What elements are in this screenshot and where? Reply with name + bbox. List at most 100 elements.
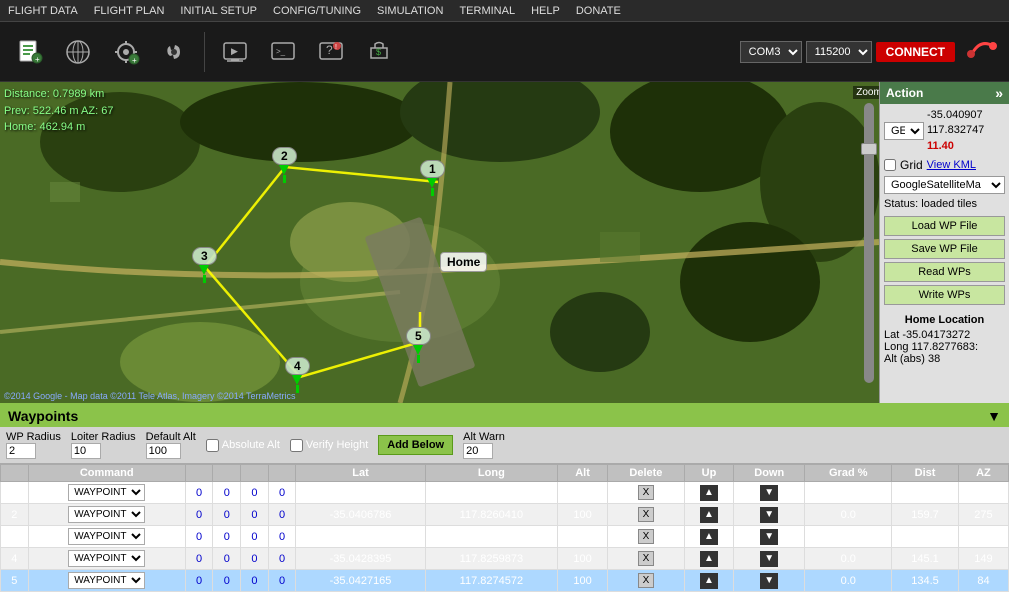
wp-id: 3	[1, 526, 29, 548]
write-wps-button[interactable]: Write WPs	[884, 285, 1005, 305]
move-up-button[interactable]: ▲	[700, 551, 718, 567]
menu-flight-data[interactable]: FLIGHT DATA	[0, 3, 86, 19]
grid-checkbox[interactable]	[884, 159, 896, 171]
verify-height-checkbox[interactable]	[290, 439, 303, 452]
menu-simulation[interactable]: SIMULATION	[369, 3, 451, 19]
wp-radius-input[interactable]	[6, 443, 36, 459]
home-label: Home: 462.94 m	[4, 119, 113, 136]
absolute-alt-checkbox[interactable]	[206, 439, 219, 452]
waypoints-collapse-btn[interactable]: ▼	[987, 408, 1001, 424]
waypoints-header: Waypoints ▼	[0, 405, 1009, 427]
map-info-overlay: Distance: 0.7989 km Prev: 522.46 m AZ: 6…	[4, 86, 113, 136]
config-tuning-btn[interactable]	[152, 30, 196, 74]
simulation-btn[interactable]: ▶	[213, 30, 257, 74]
alt-warn-label: Alt Warn	[463, 431, 505, 443]
move-down-button[interactable]: ▼	[760, 485, 778, 501]
waypoint-marker-2[interactable]: 2	[272, 147, 297, 183]
zoom-slider-thumb[interactable]	[861, 143, 877, 155]
waypoint-marker-5[interactable]: 5	[406, 327, 431, 363]
baud-rate-select[interactable]: 115200	[806, 41, 872, 63]
menu-help[interactable]: HELP	[523, 3, 568, 19]
wp-dist: 104.5	[892, 482, 959, 504]
table-row: 5 WAYPOINT 0 0 0 0 -35.0427165 117.82745…	[1, 570, 1009, 592]
loiter-radius-input[interactable]	[71, 443, 101, 459]
wp-p3: 0	[241, 504, 269, 526]
wp-command-cell: WAYPOINT	[28, 548, 185, 570]
add-below-button[interactable]: Add Below	[378, 435, 453, 455]
flight-data-btn[interactable]: +	[8, 30, 52, 74]
save-wp-file-button[interactable]: Save WP File	[884, 239, 1005, 259]
alt-warn-input[interactable]	[463, 443, 493, 459]
view-kml-link[interactable]: View KML	[927, 159, 976, 171]
wp-command-select[interactable]: WAYPOINT	[68, 528, 145, 545]
coord-type-select[interactable]: GEO	[884, 122, 924, 140]
wp-alt: 100	[558, 482, 608, 504]
wp-command-select[interactable]: WAYPOINT	[68, 572, 145, 589]
wp-p4: 0	[268, 526, 296, 548]
col-p1	[185, 465, 213, 482]
wp-command-select[interactable]: WAYPOINT	[68, 484, 145, 501]
default-alt-input[interactable]	[146, 443, 181, 459]
map-type-select[interactable]: GoogleSatelliteMa	[884, 176, 1005, 194]
absolute-alt-label: Absolute Alt	[222, 439, 280, 451]
menu-donate[interactable]: DONATE	[568, 3, 629, 19]
move-up-button[interactable]: ▲	[700, 529, 718, 545]
wp-down-cell: ▼	[734, 504, 805, 526]
menu-initial-setup[interactable]: INITIAL SETUP	[172, 3, 265, 19]
delete-waypoint-button[interactable]: X	[638, 507, 655, 522]
wp-p1: 0	[185, 526, 213, 548]
move-up-button[interactable]: ▲	[700, 573, 718, 589]
home-long-value: Long 117.8277683:	[884, 341, 978, 353]
home-marker[interactable]: Home	[440, 252, 487, 272]
waypoint-marker-4[interactable]: 4	[285, 357, 310, 393]
move-up-button[interactable]: ▲	[700, 507, 718, 523]
delete-waypoint-button[interactable]: X	[638, 529, 655, 544]
waypoints-table: Command Lat Long Alt Delete Up Down Grad…	[0, 464, 1009, 592]
delete-waypoint-button[interactable]: X	[638, 485, 655, 500]
wp-p2: 0	[213, 548, 241, 570]
initial-setup-btn[interactable]: +	[104, 30, 148, 74]
flight-plan-btn[interactable]	[56, 30, 100, 74]
wp-p3: 0	[241, 570, 269, 592]
wp-dist: 141.2	[892, 526, 959, 548]
action-collapse-btn[interactable]: »	[995, 85, 1003, 101]
menu-flight-plan[interactable]: FLIGHT PLAN	[86, 3, 173, 19]
help-btn[interactable]: ? !	[309, 30, 353, 74]
wp-p4: 0	[268, 504, 296, 526]
load-wp-file-button[interactable]: Load WP File	[884, 216, 1005, 236]
verify-height-label: Verify Height	[306, 439, 368, 451]
move-up-button[interactable]: ▲	[700, 485, 718, 501]
com-port-select[interactable]: COM3	[740, 41, 802, 63]
col-alt: Alt	[558, 465, 608, 482]
zoom-label: Zoom	[853, 86, 879, 99]
wp-lat: -35.0417239	[296, 526, 425, 548]
wp-command-select[interactable]: WAYPOINT	[68, 506, 145, 523]
delete-waypoint-button[interactable]: X	[638, 573, 655, 588]
wp-dist: 134.5	[892, 570, 959, 592]
zoom-slider-track[interactable]	[864, 103, 874, 383]
home-location-title: Home Location	[884, 314, 1005, 326]
col-p3	[241, 465, 269, 482]
connection-controls: COM3 115200 CONNECT	[740, 30, 1003, 74]
waypoint-marker-3[interactable]: 3	[192, 247, 217, 283]
waypoints-panel: Waypoints ▼ WP Radius Loiter Radius Defa…	[0, 403, 1009, 598]
terminal-btn[interactable]: >_	[261, 30, 305, 74]
menu-config-tuning[interactable]: CONFIG/TUNING	[265, 3, 369, 19]
connect-button[interactable]: CONNECT	[876, 42, 955, 62]
wp-p2: 0	[213, 482, 241, 504]
wp-az: 1	[958, 482, 1008, 504]
move-down-button[interactable]: ▼	[760, 573, 778, 589]
menu-terminal[interactable]: TERMINAL	[451, 3, 523, 19]
move-down-button[interactable]: ▼	[760, 551, 778, 567]
wp-dist: 145.1	[892, 548, 959, 570]
wp-command-select[interactable]: WAYPOINT	[68, 550, 145, 567]
waypoint-marker-1[interactable]: 1	[420, 160, 445, 196]
move-down-button[interactable]: ▼	[760, 507, 778, 523]
move-down-button[interactable]: ▼	[760, 529, 778, 545]
donate-btn[interactable]: $	[357, 30, 401, 74]
delete-waypoint-button[interactable]: X	[638, 551, 655, 566]
map-container[interactable]: Distance: 0.7989 km Prev: 522.46 m AZ: 6…	[0, 82, 879, 403]
wp-command-cell: WAYPOINT	[28, 504, 185, 526]
read-wps-button[interactable]: Read WPs	[884, 262, 1005, 282]
toolbar-sep-1	[204, 32, 205, 72]
